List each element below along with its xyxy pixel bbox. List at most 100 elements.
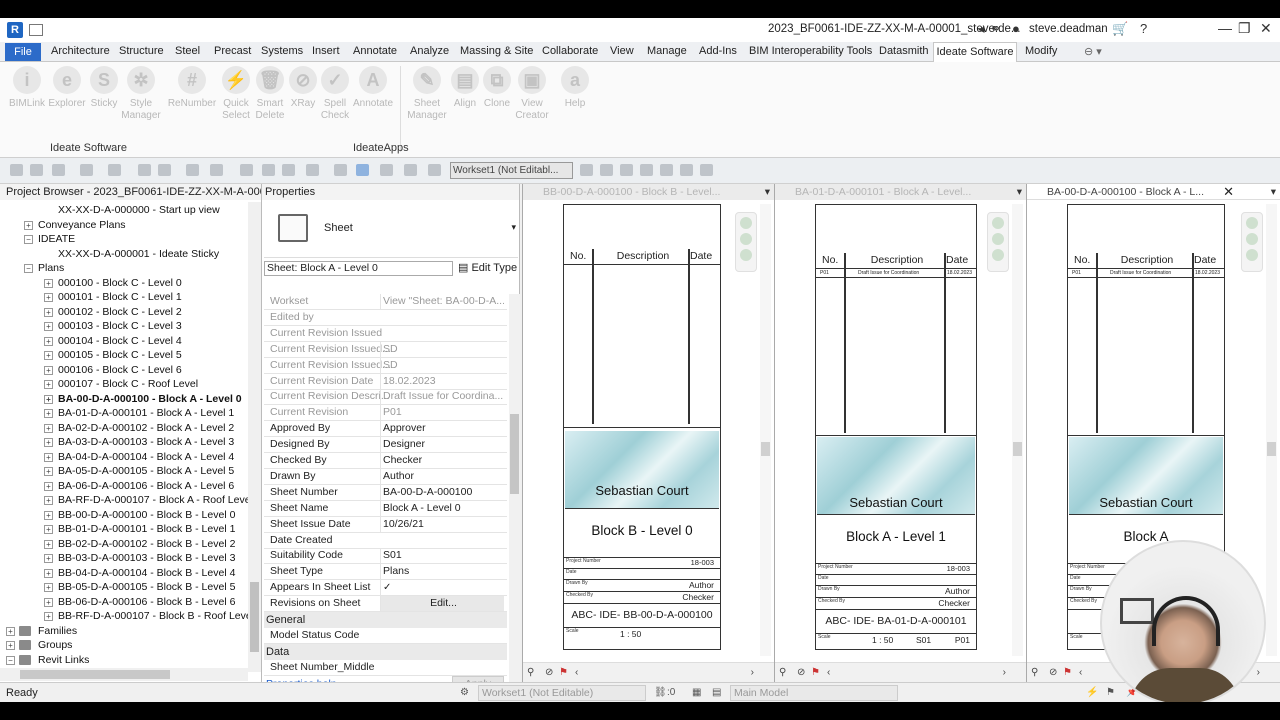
- zoom-icon[interactable]: [740, 233, 752, 245]
- property-row[interactable]: Approved By Approver: [264, 421, 507, 438]
- tab-analyze[interactable]: Analyze: [410, 45, 449, 57]
- collapse-icon[interactable]: −: [6, 655, 15, 665]
- steering-wheel-icon[interactable]: [992, 217, 1004, 229]
- redo-icon[interactable]: [108, 164, 121, 176]
- renumber-tool[interactable]: # ReNumber: [167, 66, 217, 110]
- scroll-left-icon[interactable]: ‹: [575, 667, 578, 678]
- expand-icon[interactable]: +: [6, 641, 15, 650]
- expand-icon[interactable]: +: [44, 452, 53, 462]
- expand-icon[interactable]: +: [44, 597, 53, 607]
- project-browser-scrollbar[interactable]: [248, 202, 261, 672]
- status-workset-dropdown[interactable]: Workset1 (Not Editable): [478, 685, 646, 701]
- expand-icon[interactable]: +: [44, 322, 53, 331]
- tab-file[interactable]: File: [5, 43, 41, 61]
- tab-steel[interactable]: Steel: [175, 45, 200, 57]
- quick-access-icon[interactable]: [29, 24, 43, 36]
- revit-app-icon[interactable]: R: [7, 22, 23, 38]
- pan-icon[interactable]: [992, 249, 1004, 261]
- hscroll-thumb[interactable]: [20, 670, 170, 679]
- tab-modify[interactable]: Modify: [1025, 45, 1057, 57]
- expand-icon[interactable]: +: [44, 496, 53, 505]
- view-tab[interactable]: BB-00-D-A-000100 - Block B - Level... ▾: [523, 184, 774, 200]
- property-row[interactable]: Sheet Name Block A - Level 0: [264, 500, 507, 517]
- expand-icon[interactable]: +: [44, 525, 53, 534]
- property-row[interactable]: Revisions on Sheet Edit...: [264, 596, 507, 613]
- scroll-thumb[interactable]: [250, 582, 259, 652]
- property-row[interactable]: Sheet Issue Date 10/26/21: [264, 516, 507, 533]
- close-hidden-icon[interactable]: [334, 164, 347, 176]
- exclude-options-icon[interactable]: ▤: [712, 687, 721, 698]
- expand-icon[interactable]: +: [44, 568, 53, 578]
- restore-icon[interactable]: ❐: [1238, 20, 1251, 37]
- property-value[interactable]: Plans: [380, 564, 504, 580]
- tab-massing-site[interactable]: Massing & Site: [460, 45, 533, 57]
- tab-datasmith[interactable]: Datasmith: [879, 45, 929, 57]
- steering-wheel-icon[interactable]: [1246, 217, 1258, 229]
- group-general[interactable]: General: [264, 612, 507, 628]
- expand-icon[interactable]: +: [44, 336, 53, 346]
- scale-icon[interactable]: ⚲: [527, 667, 534, 678]
- visual-style-icon[interactable]: ⊘: [545, 667, 553, 678]
- property-value[interactable]: Designer: [380, 437, 504, 453]
- property-value[interactable]: S01: [380, 548, 504, 564]
- property-row[interactable]: Designed By Designer: [264, 437, 507, 454]
- view-tab-menu-icon[interactable]: ▾: [1271, 184, 1276, 199]
- group-data[interactable]: Data: [264, 644, 507, 660]
- properties-scrollbar[interactable]: [509, 294, 520, 684]
- expand-icon[interactable]: +: [44, 438, 53, 447]
- print-icon[interactable]: [138, 164, 151, 176]
- style-manager-tool[interactable]: ✲ Style Manager: [116, 66, 166, 122]
- property-row[interactable]: Sheet Number BA-00-D-A-000100: [264, 484, 507, 501]
- close-view-icon[interactable]: ✕: [1223, 184, 1234, 199]
- tab-ideate-software[interactable]: Ideate Software: [933, 42, 1017, 63]
- property-value[interactable]: Approver: [380, 421, 504, 437]
- tab-view[interactable]: View: [610, 45, 634, 57]
- tab-structure[interactable]: Structure: [119, 45, 164, 57]
- expand-icon[interactable]: +: [44, 423, 53, 433]
- expand-icon[interactable]: +: [44, 307, 53, 317]
- property-value[interactable]: Checker: [380, 453, 504, 468]
- scroll-right-icon[interactable]: ›: [1003, 667, 1006, 678]
- qat-icon-e[interactable]: [660, 164, 673, 176]
- expand-icon[interactable]: +: [44, 467, 53, 476]
- tab-architecture[interactable]: Architecture: [51, 45, 110, 57]
- property-row[interactable]: Drawn By Author: [264, 468, 507, 485]
- property-value[interactable]: BA-00-D-A-000100: [380, 484, 504, 500]
- expand-icon[interactable]: +: [44, 365, 53, 375]
- property-value[interactable]: 10/26/21: [380, 516, 504, 532]
- collapse-icon[interactable]: −: [24, 264, 33, 273]
- prop-sheet-number-middle[interactable]: Sheet Number_Middle: [264, 660, 507, 676]
- view-scrollbar[interactable]: [1012, 204, 1023, 656]
- view-tab-menu-icon[interactable]: ▾: [1017, 184, 1022, 200]
- navigation-bar[interactable]: [987, 212, 1009, 272]
- thin-lines-icon[interactable]: [356, 164, 369, 176]
- pan-icon[interactable]: [740, 249, 752, 261]
- cart-icon[interactable]: 🛒: [1112, 21, 1128, 37]
- qat-icon-a[interactable]: [580, 164, 593, 176]
- expand-icon[interactable]: +: [44, 510, 53, 520]
- close-icon[interactable]: ✕: [1260, 20, 1272, 37]
- qat-icon-b[interactable]: [600, 164, 613, 176]
- expand-icon[interactable]: +: [44, 481, 53, 491]
- tab-systems[interactable]: Systems: [261, 45, 303, 57]
- property-row[interactable]: Suitability Code S01: [264, 548, 507, 565]
- qat-icon-f[interactable]: [680, 164, 693, 176]
- expand-icon[interactable]: +: [44, 612, 53, 621]
- zoom-icon[interactable]: [992, 233, 1004, 245]
- expand-icon[interactable]: +: [24, 220, 33, 230]
- qat-icon-g[interactable]: [700, 164, 713, 176]
- expand-icon[interactable]: +: [44, 293, 53, 302]
- property-value[interactable]: Author: [380, 468, 504, 484]
- ribbon-options-icon[interactable]: ⊖ ▾: [1084, 45, 1102, 58]
- view-tab[interactable]: BA-00-D-A-000100 - Block A - L... ▾ ✕: [1027, 184, 1280, 200]
- steering-wheel-icon[interactable]: [740, 217, 752, 229]
- select-underlay-icon[interactable]: ⚑: [1106, 687, 1115, 698]
- view-scrollbar[interactable]: [760, 204, 771, 656]
- expand-icon[interactable]: +: [44, 539, 53, 549]
- design-option-dropdown[interactable]: Main Model: [730, 685, 898, 701]
- instance-filter-dropdown[interactable]: Sheet: Block A - Level 0: [264, 261, 453, 276]
- pan-icon[interactable]: [1246, 249, 1258, 261]
- tab-precast[interactable]: Precast: [214, 45, 251, 57]
- appears-in-list-checkbox[interactable]: ✓: [380, 580, 504, 596]
- workset-icon[interactable]: ⚙: [460, 687, 469, 698]
